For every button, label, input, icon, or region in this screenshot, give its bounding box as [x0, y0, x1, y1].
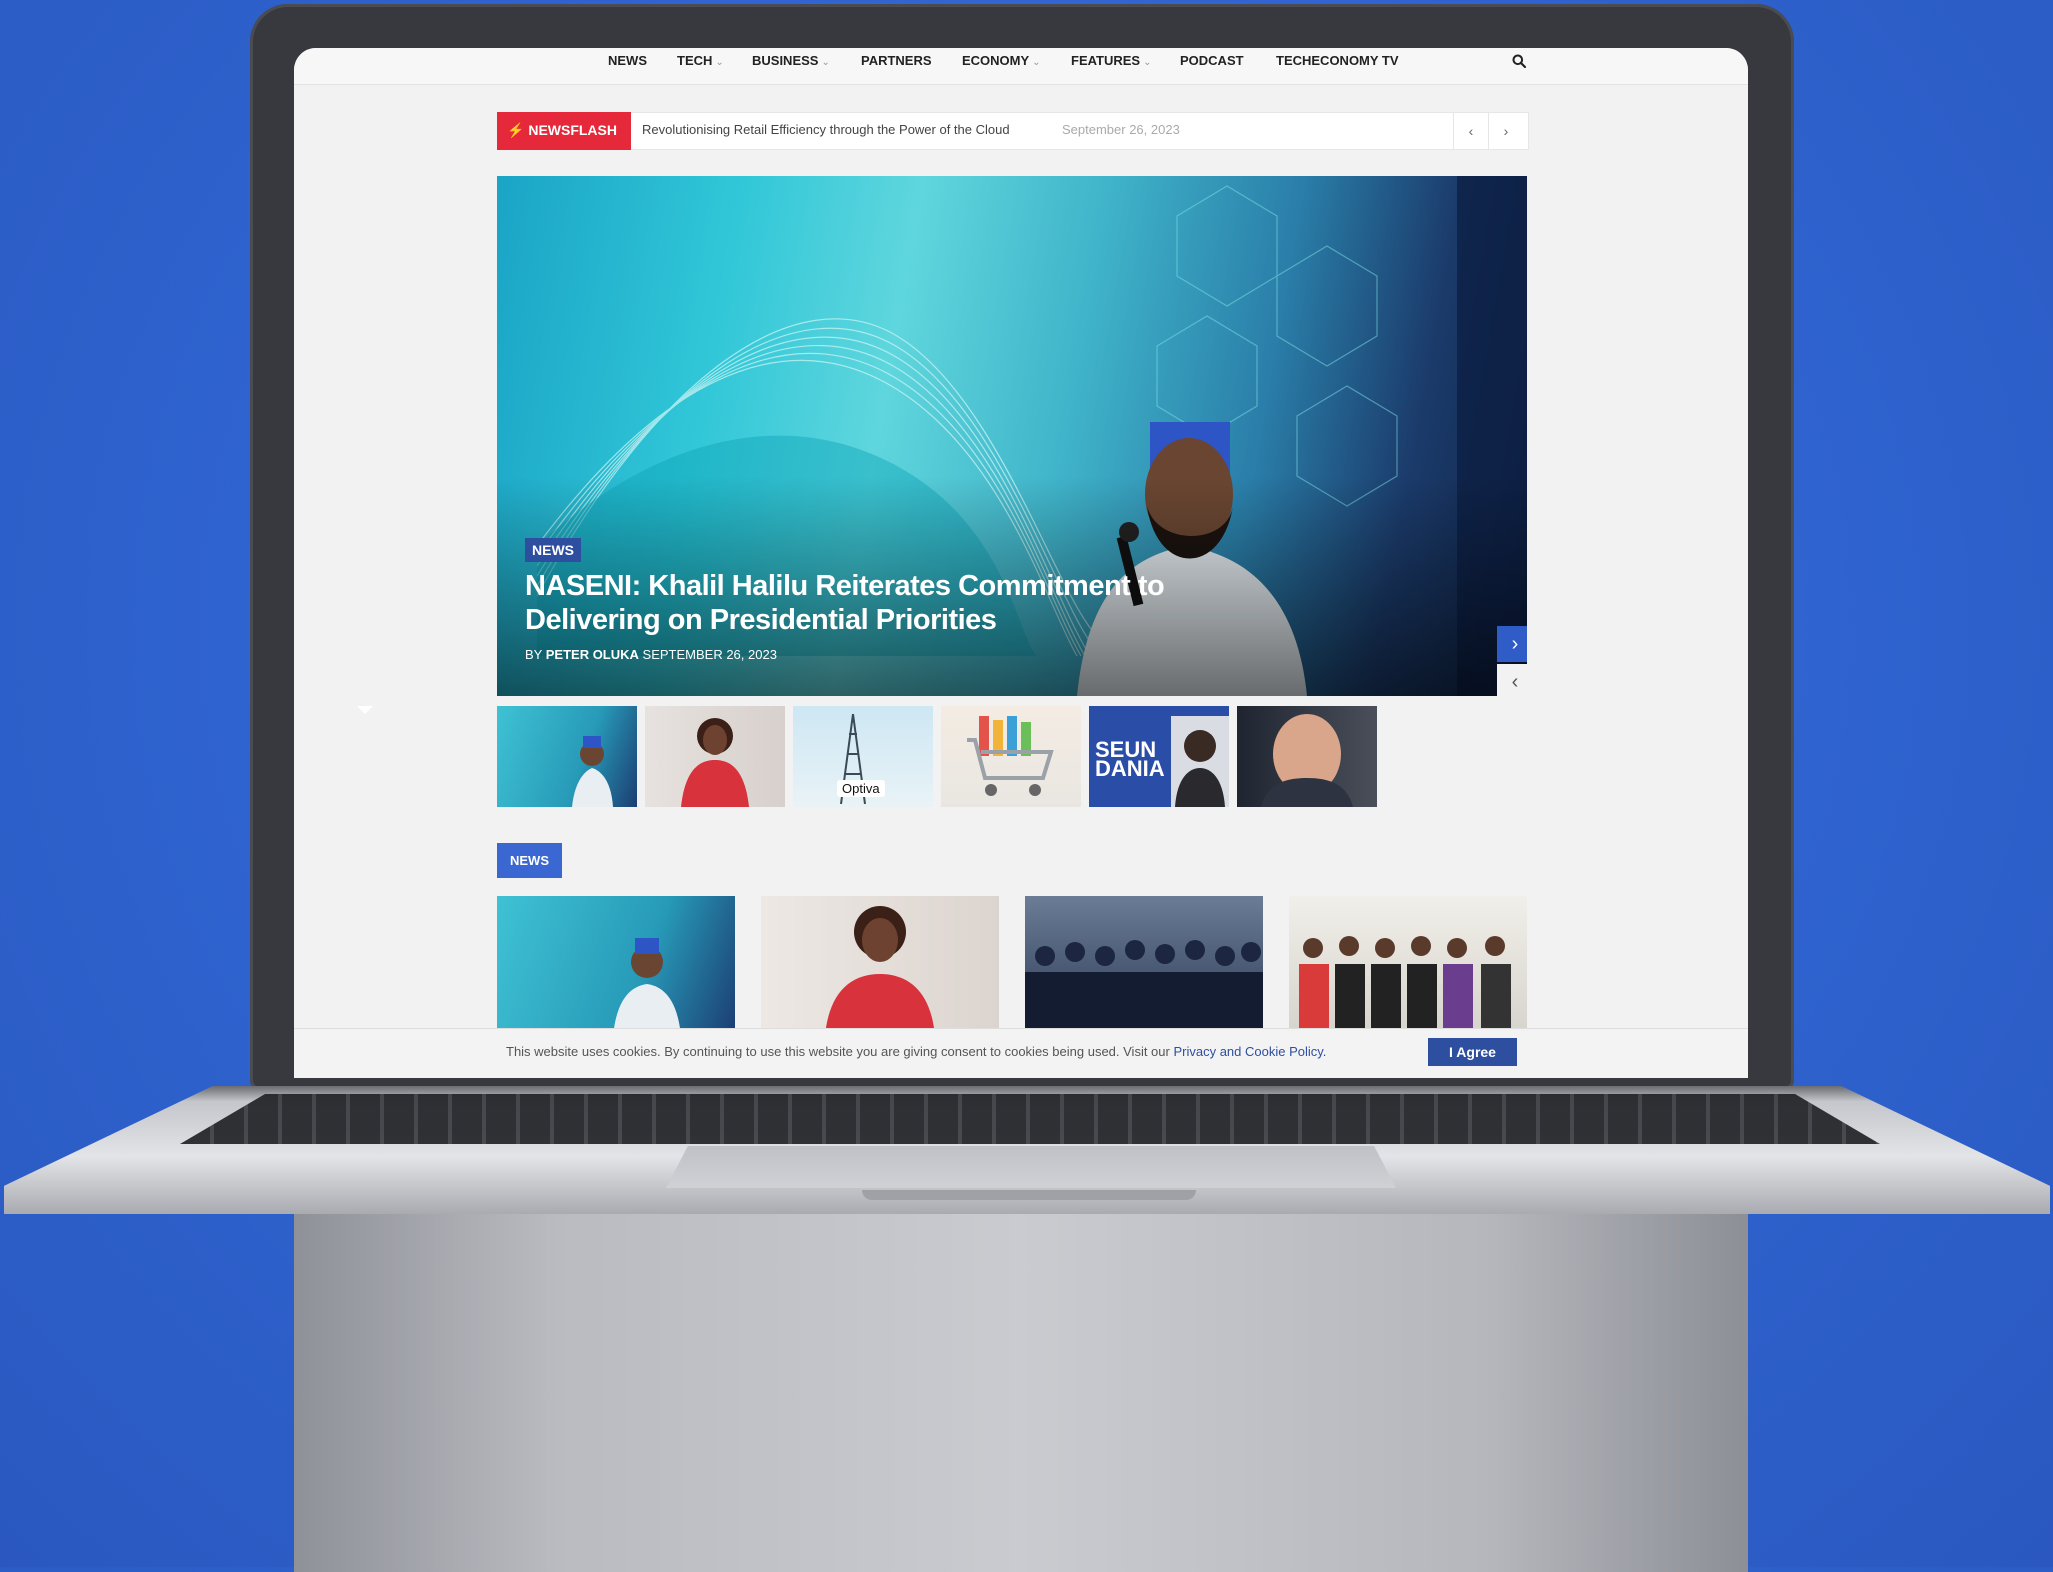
news-card-3-image[interactable]	[1025, 896, 1263, 1036]
active-thumbnail-pointer	[357, 706, 373, 714]
hero-category-tag[interactable]: NEWS	[525, 538, 581, 562]
nav-item-techeconomy-tv[interactable]: TECHECONOMY TV	[1276, 53, 1399, 68]
nav-item-tech[interactable]: TECH ⌄	[677, 53, 724, 68]
top-navigation: NEWS TECH ⌄ BUSINESS ⌄ PARTNERS ECONOMY ⌄ F…	[294, 48, 1748, 85]
newsflash-date: September 26, 2023	[1062, 122, 1180, 137]
laptop-screen: NEWS TECH ⌄ BUSINESS ⌄ PARTNERS ECONOMY ⌄ F…	[294, 48, 1748, 1078]
news-card-1-image[interactable]	[497, 896, 735, 1036]
thumbnail-person-figure	[1261, 714, 1353, 807]
thumbnail-5[interactable]: SEUN DANIA	[1089, 706, 1229, 807]
newsflash-headline-link[interactable]: Revolutionising Retail Efficiency throug…	[642, 122, 1010, 137]
thumbnail-caption: Optiva	[837, 780, 885, 797]
nav-item-economy[interactable]: ECONOMY ⌄	[962, 53, 1041, 68]
newsflash-badge: ⚡ NEWSFLASH	[497, 112, 631, 150]
thumbnail-person-figure	[572, 736, 613, 807]
cookie-agree-button[interactable]: I Agree	[1428, 1038, 1517, 1066]
cookie-consent-text: This website uses cookies. By continuing…	[506, 1044, 1327, 1059]
thumbnail-6[interactable]	[1237, 706, 1377, 807]
chevron-down-icon: ⌄	[1032, 57, 1041, 68]
thumbnail-person-figure	[1171, 716, 1229, 807]
laptop-keyboard	[180, 1094, 1880, 1144]
chevron-down-icon: ⌄	[1143, 57, 1152, 68]
newsflash-next-button[interactable]: ›	[1488, 112, 1523, 150]
thumbnail-3[interactable]: Optiva	[793, 706, 933, 807]
nav-item-partners[interactable]: PARTNERS	[861, 53, 932, 68]
privacy-policy-link[interactable]: Privacy and Cookie Policy.	[1173, 1044, 1326, 1059]
flame-icon: ⚡	[507, 122, 525, 138]
search-icon[interactable]	[1512, 54, 1526, 68]
chevron-down-icon: ⌄	[715, 57, 724, 68]
nav-item-news[interactable]: NEWS	[608, 53, 647, 68]
thumbnail-4[interactable]	[941, 706, 1081, 807]
hero-author-link[interactable]: PETER OLUKA	[546, 647, 639, 662]
thumbnail-person-figure	[681, 718, 749, 807]
hero-next-button[interactable]: ›	[1497, 626, 1527, 662]
hero-slide[interactable]: NEWS NASENI: Khalil Halilu Reiterates Co…	[497, 176, 1527, 696]
chevron-down-icon: ⌄	[821, 57, 830, 68]
thumbnail-2[interactable]	[645, 706, 785, 807]
nav-item-features[interactable]: FEATURES ⌄	[1071, 53, 1152, 68]
news-card-group-photo	[1299, 936, 1511, 1036]
hero-date: SEPTEMBER 26, 2023	[642, 647, 777, 662]
news-card-4-image[interactable]	[1289, 896, 1527, 1036]
news-card-2-image[interactable]	[761, 896, 999, 1036]
hero-byline: BY PETER OLUKA SEPTEMBER 26, 2023	[525, 647, 777, 662]
laptop-trackpad	[666, 1146, 1396, 1188]
nav-item-business[interactable]: BUSINESS ⌄	[752, 53, 830, 68]
news-card-person-figure	[613, 938, 681, 1036]
laptop-stand	[294, 1212, 1748, 1572]
news-card-group-photo	[1025, 940, 1263, 1036]
laptop-base-notch	[862, 1190, 1196, 1200]
newsflash-prev-button[interactable]: ‹	[1453, 112, 1488, 150]
shopping-cart-icon	[967, 716, 1054, 796]
nav-item-podcast[interactable]: PODCAST	[1180, 53, 1244, 68]
hero-prev-button[interactable]: ‹	[1497, 664, 1527, 696]
thumbnail-1[interactable]	[497, 706, 637, 807]
news-section-tag[interactable]: NEWS	[497, 843, 562, 878]
hero-title-link[interactable]: NASENI: Khalil Halilu Reiterates Commitm…	[525, 569, 1165, 637]
news-card-person-figure	[825, 906, 935, 1036]
